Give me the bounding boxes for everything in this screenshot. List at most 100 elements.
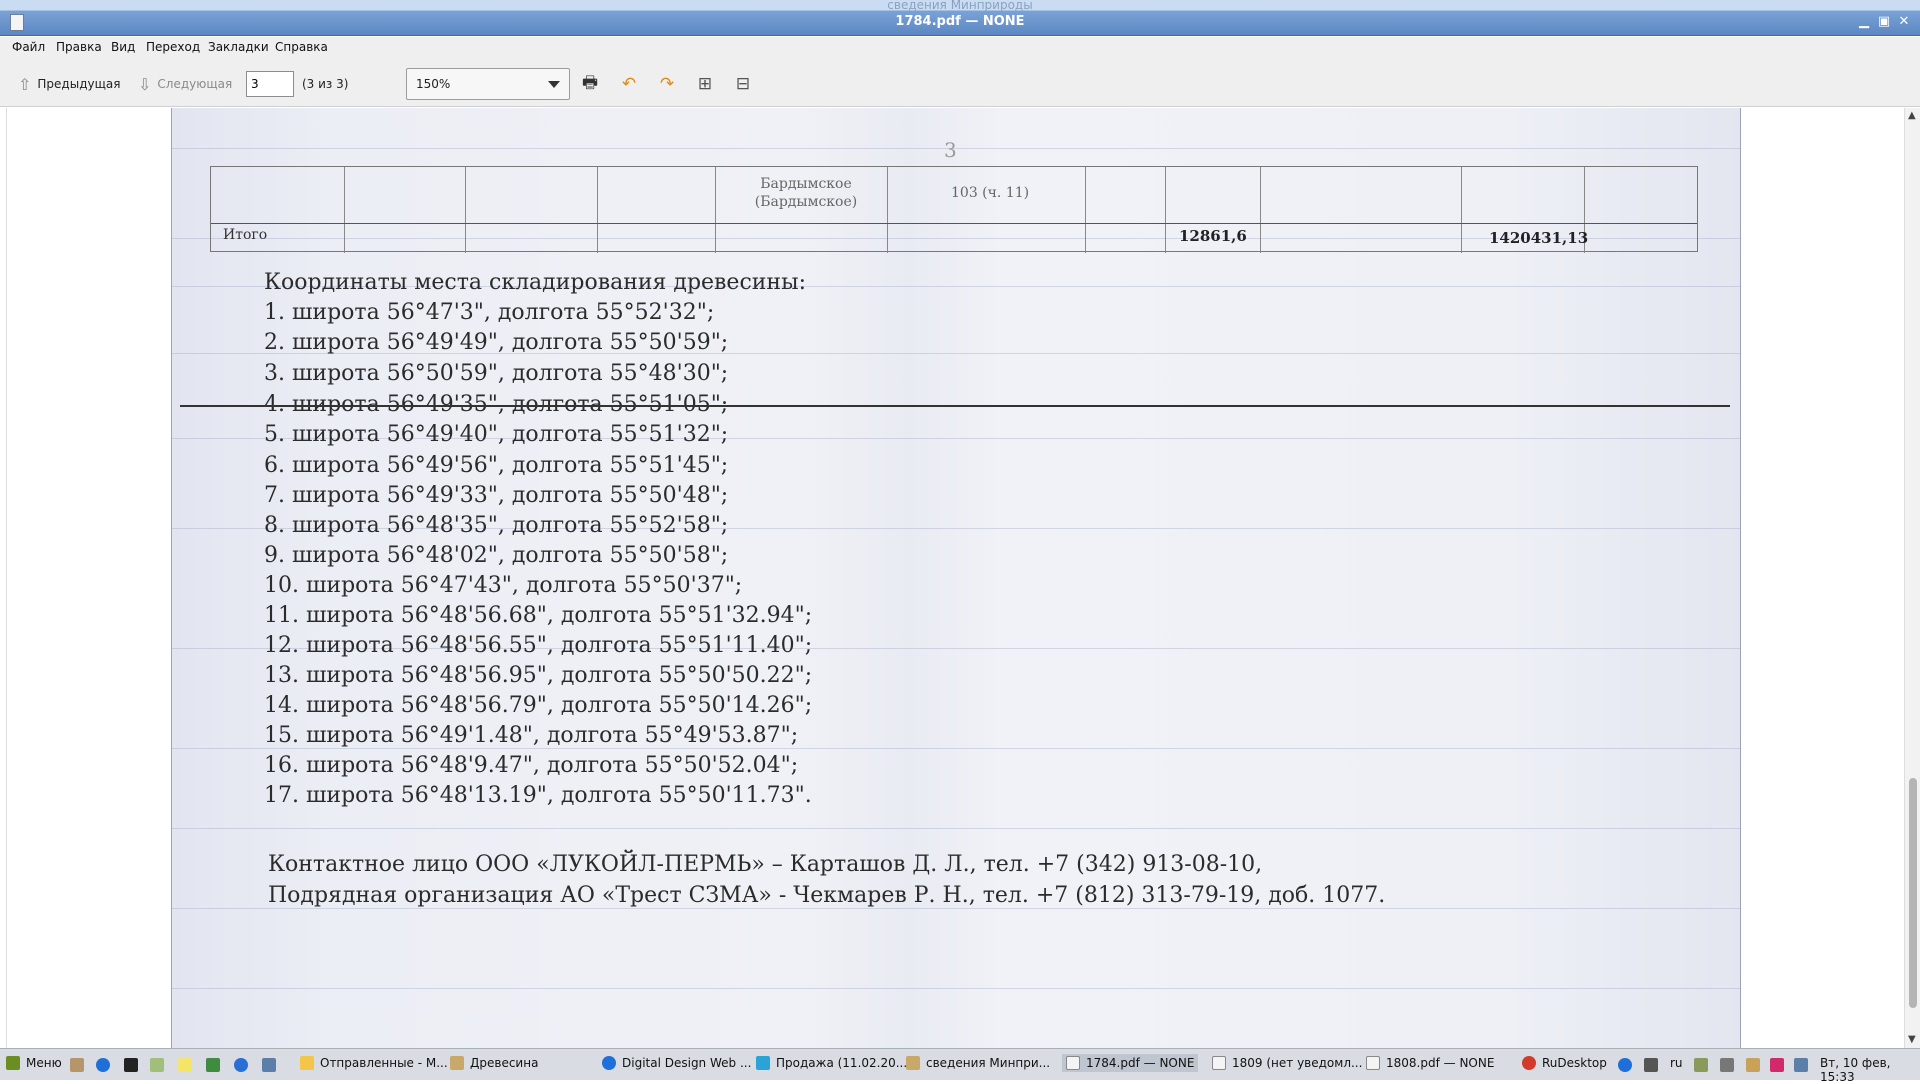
grid-tray-icon[interactable]: [1644, 1058, 1658, 1072]
task-browser[interactable]: Digital Design Web ...: [602, 1056, 751, 1070]
yandex-tray-icon[interactable]: [1618, 1058, 1632, 1072]
scroll-up-icon[interactable]: ▲: [1908, 110, 1916, 121]
keyboard-layout[interactable]: ru: [1670, 1056, 1683, 1070]
task-folder-minprirody[interactable]: сведения Минпри...: [906, 1056, 1050, 1070]
pdf-icon: [1212, 1056, 1226, 1070]
coord-item: 3. широта 56°50'59", долгота 55°48'30";: [264, 361, 729, 386]
coord-item: 7. широта 56°49'33", долгота 55°50'48";: [264, 483, 729, 508]
print-icon[interactable]: 🖶: [578, 72, 602, 96]
coord-item: 2. широта 56°49'49", долгота 55°50'59";: [264, 330, 729, 355]
menu-bookmarks[interactable]: Закладки: [208, 40, 269, 54]
rudesktop-icon: [1522, 1056, 1536, 1070]
task-label: 1784.pdf — NONE: [1086, 1056, 1195, 1070]
scroll-down-icon[interactable]: ▼: [1908, 1034, 1916, 1045]
coord-item: 5. широта 56°49'40", долгота 55°51'32";: [264, 422, 729, 447]
file-manager-icon[interactable]: [70, 1058, 84, 1072]
background-window-title: сведения Минприроды: [887, 0, 1033, 12]
page-number-text: 3: [944, 138, 957, 162]
coord-item: 1. широта 56°47'3", долгота 55°52'32";: [264, 300, 715, 325]
volume-icon[interactable]: [1720, 1058, 1734, 1072]
minimize-button[interactable]: ▁: [1856, 14, 1872, 30]
notes-icon[interactable]: [178, 1058, 192, 1072]
start-menu-button[interactable]: Меню: [6, 1056, 62, 1070]
previous-page-button[interactable]: ⇧ Предыдущая: [18, 73, 120, 95]
zoom-in-icon[interactable]: ⊞: [693, 72, 717, 96]
menu-go[interactable]: Переход: [146, 40, 200, 54]
coord-item: 12. широта 56°48'56.55", долгота 55°51'1…: [264, 633, 813, 658]
task-label: RuDesktop: [1542, 1056, 1607, 1070]
menu-bar: Файл Правка Вид Переход Закладки Справка: [0, 37, 1920, 59]
table-cell-quarter: 103 (ч. 11): [951, 185, 1030, 201]
folder-icon: [450, 1056, 464, 1070]
network-icon[interactable]: [150, 1058, 164, 1072]
notification-icon[interactable]: [1770, 1058, 1784, 1072]
coords-heading: Координаты места складирования древесины…: [264, 270, 807, 295]
rotate-right-icon[interactable]: ↷: [655, 72, 679, 96]
task-rudesktop[interactable]: RuDesktop: [1522, 1056, 1607, 1070]
strikethrough-line: [180, 405, 1730, 407]
vertical-scrollbar[interactable]: ▲ ▼: [1904, 108, 1920, 1048]
coord-item: 14. широта 56°48'56.79", долгота 55°50'1…: [264, 693, 813, 718]
next-page-label: Следующая: [157, 77, 233, 91]
coord-item: 16. широта 56°48'9.47", долгота 55°50'52…: [264, 753, 799, 778]
terminal-icon[interactable]: [124, 1058, 138, 1072]
display-tray-icon[interactable]: [1794, 1058, 1808, 1072]
network-tray-icon[interactable]: [1694, 1058, 1708, 1072]
close-button[interactable]: ✕: [1896, 14, 1912, 30]
menu-file[interactable]: Файл: [12, 40, 45, 54]
next-page-button[interactable]: ⇩ Следующая: [138, 73, 232, 95]
coord-item: 10. широта 56°47'43", долгота 55°50'37";: [264, 573, 743, 598]
pdf-page: 3 Бардымское (Бардымское) 103 (ч. 11) Ит…: [171, 108, 1741, 1048]
task-pdf-1808[interactable]: 1808.pdf — NONE: [1366, 1056, 1494, 1070]
folder-icon: [906, 1056, 920, 1070]
display-icon[interactable]: [262, 1058, 276, 1072]
yandex-browser-icon[interactable]: [96, 1058, 110, 1072]
task-sent-mail[interactable]: Отправленные - М...: [300, 1056, 448, 1070]
task-sale-doc[interactable]: Продажа (11.02.20...: [756, 1056, 907, 1070]
page-count-label: (3 из 3): [302, 77, 349, 91]
document-viewport[interactable]: 3 Бардымское (Бардымское) 103 (ч. 11) Ит…: [6, 108, 1904, 1048]
task-label: Древесина: [470, 1056, 539, 1070]
taskbar: Меню Отправленные - М... Древесина Digit…: [0, 1048, 1920, 1084]
arrow-down-icon: ⇩: [138, 74, 152, 94]
coord-item: 11. широта 56°48'56.68", долгота 55°51'3…: [264, 603, 813, 628]
task-pdf-1784[interactable]: 1784.pdf — NONE: [1062, 1054, 1199, 1072]
window-titlebar: сведения Минприроды 1784.pdf — NONE ▁ ▣ …: [0, 0, 1920, 36]
scrollbar-thumb[interactable]: [1909, 778, 1917, 1008]
yandex-browser-icon: [602, 1056, 616, 1070]
page-number-input[interactable]: [246, 71, 294, 97]
coord-item: 17. широта 56°48'13.19", долгота 55°50'1…: [264, 783, 812, 808]
task-label: 1808.pdf — NONE: [1386, 1056, 1495, 1070]
menu-icon: [6, 1056, 20, 1070]
task-label: сведения Минпри...: [926, 1056, 1051, 1070]
table-cell-forestry: Бардымское (Бардымское): [754, 176, 858, 210]
toolbar: ⇧ Предыдущая ⇩ Следующая (3 из 3) 150% 🖶…: [0, 59, 1920, 107]
task-label: Продажа (11.02.20...: [776, 1056, 908, 1070]
zoom-select[interactable]: 150%: [406, 68, 570, 100]
volume-table: Бардымское (Бардымское) 103 (ч. 11) Итог…: [210, 166, 1698, 253]
table-total-volume: 12861,6: [1179, 227, 1247, 245]
task-label: Digital Design Web ...: [622, 1056, 752, 1070]
pdf-icon: [1066, 1056, 1080, 1070]
coord-item: 6. широта 56°49'56", долгота 55°51'45";: [264, 453, 729, 478]
clipboard-icon[interactable]: [1746, 1058, 1760, 1072]
window-title: 1784.pdf — NONE: [895, 14, 1025, 29]
coord-item: 13. широта 56°48'56.95", долгота 55°50'5…: [264, 663, 813, 688]
coord-item: 8. широта 56°48'35", долгота 55°52'58";: [264, 513, 729, 538]
menu-view[interactable]: Вид: [111, 40, 135, 54]
menu-help[interactable]: Справка: [275, 40, 328, 54]
zoom-out-icon[interactable]: ⊟: [731, 72, 755, 96]
zoom-value: 150%: [416, 77, 451, 91]
menu-edit[interactable]: Правка: [56, 40, 102, 54]
task-label: Отправленные - М...: [320, 1056, 448, 1070]
maximize-button[interactable]: ▣: [1876, 14, 1892, 30]
chromium-icon[interactable]: [234, 1058, 248, 1072]
calculator-icon[interactable]: [206, 1058, 220, 1072]
previous-page-label: Предыдущая: [37, 77, 121, 91]
task-1809[interactable]: 1809 (нет уведомл...: [1212, 1056, 1362, 1070]
task-folder-wood[interactable]: Древесина: [450, 1056, 538, 1070]
rotate-left-icon[interactable]: ↶: [617, 72, 641, 96]
task-label: 1809 (нет уведомл...: [1232, 1056, 1363, 1070]
table-total-label: Итого: [223, 227, 268, 243]
start-menu-label: Меню: [26, 1056, 62, 1070]
